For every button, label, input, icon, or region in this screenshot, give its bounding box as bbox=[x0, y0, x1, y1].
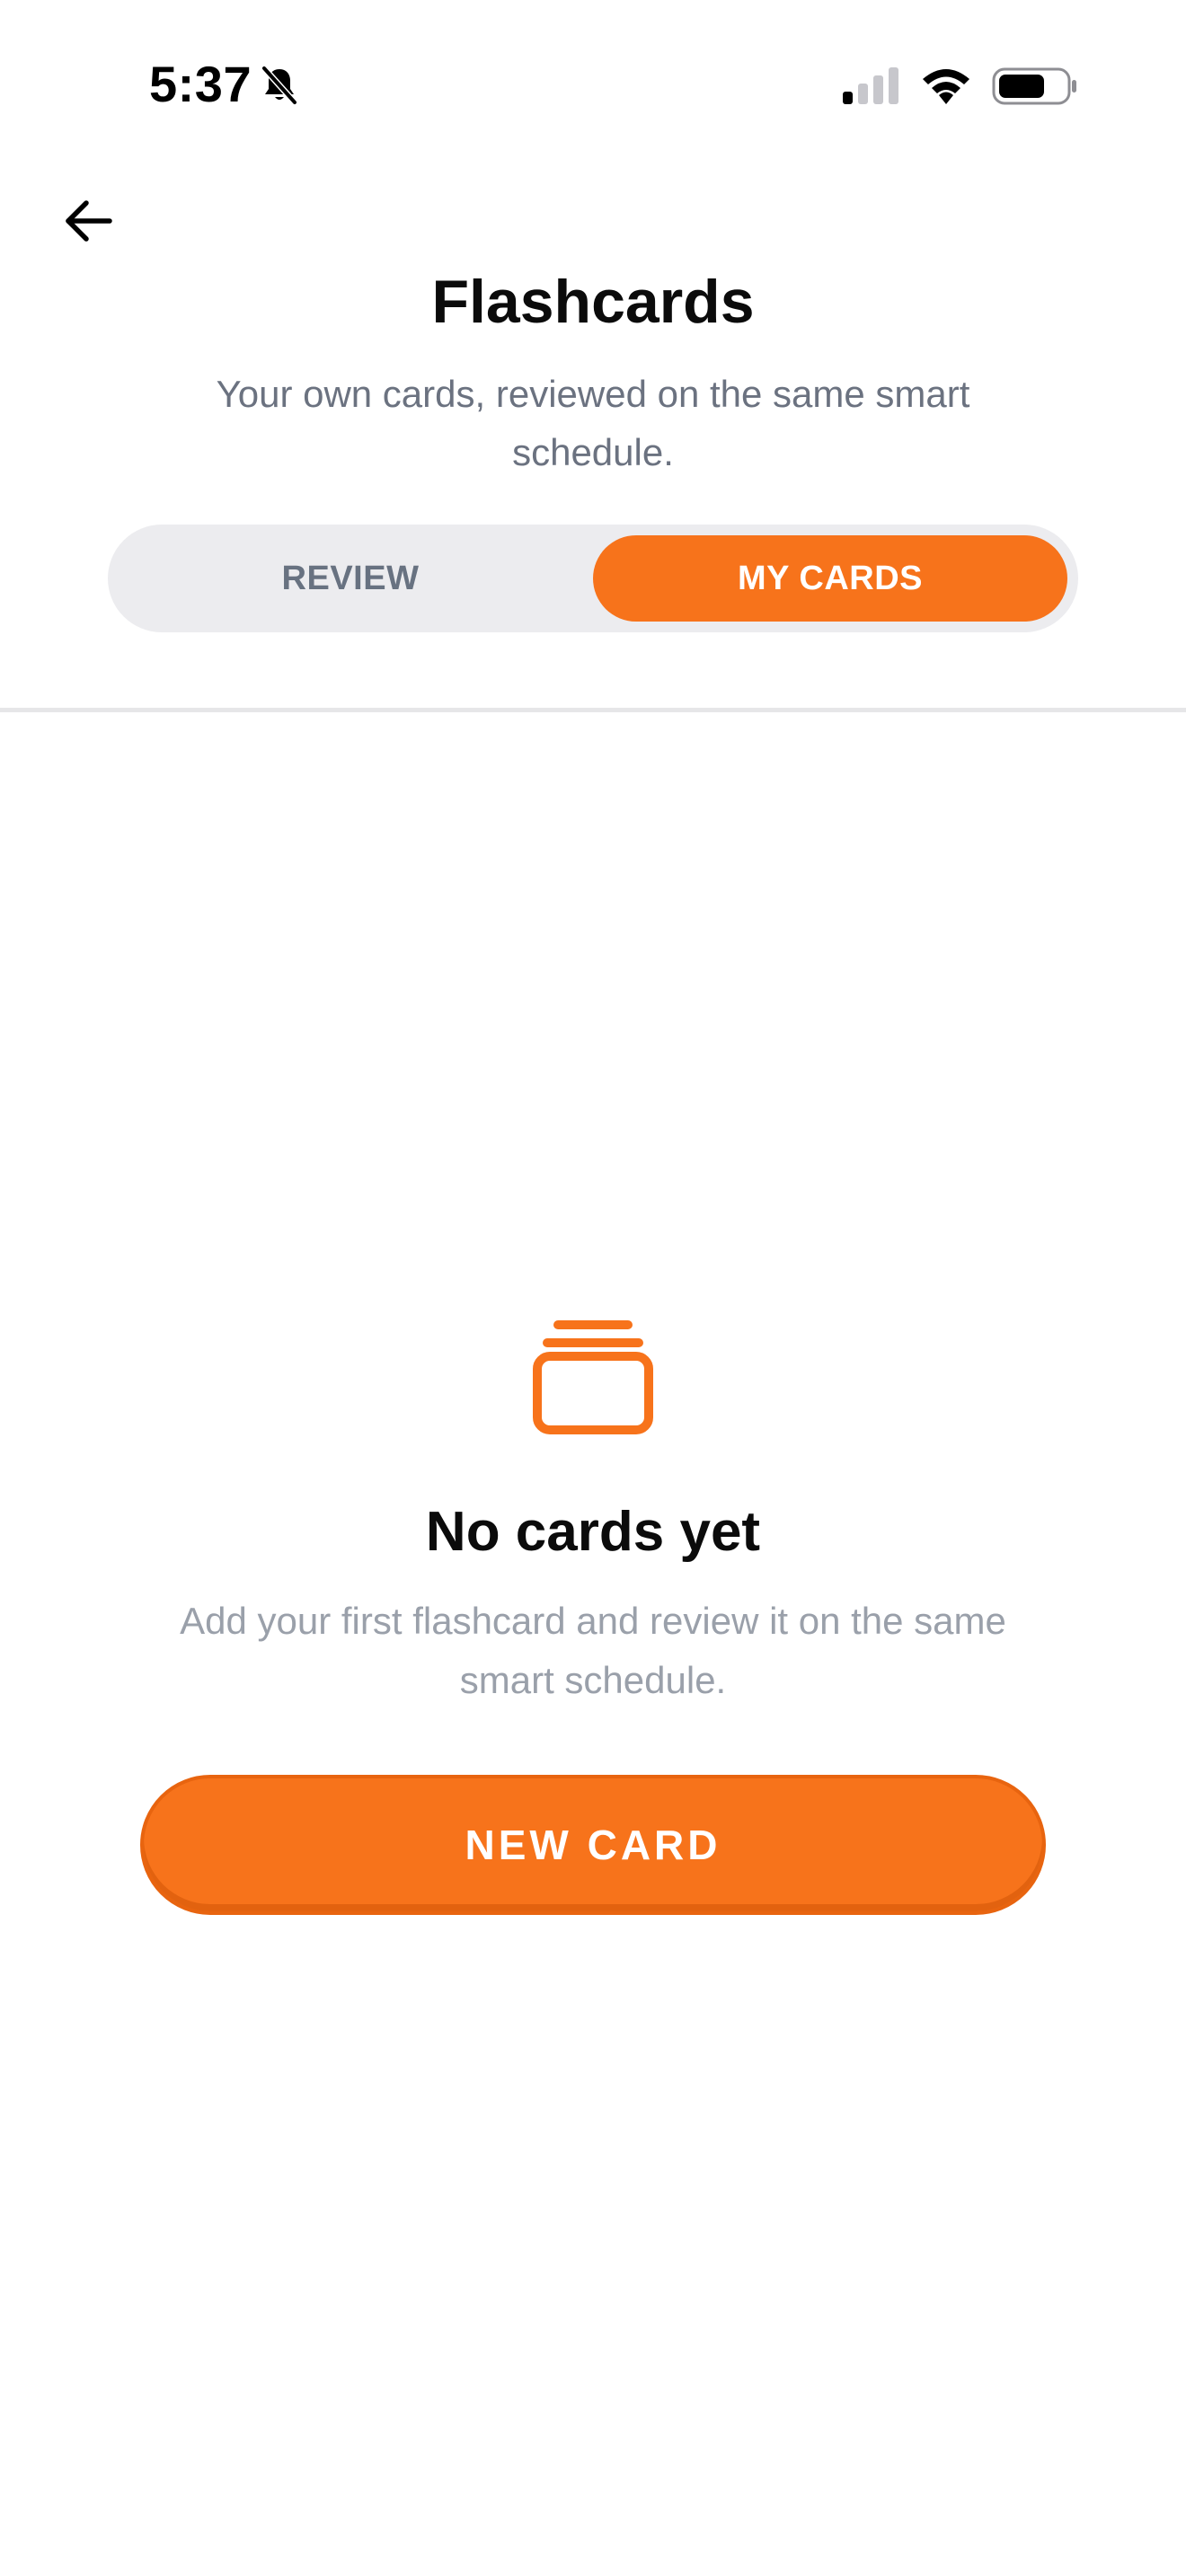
bell-slash-icon bbox=[261, 66, 297, 105]
wifi-icon bbox=[923, 69, 969, 104]
empty-state-text: Add your first flashcard and review it o… bbox=[180, 1600, 1006, 1701]
cellular-signal-icon bbox=[843, 67, 898, 104]
status-bar: 5:37 bbox=[0, 0, 1186, 171]
header-divider bbox=[0, 708, 1186, 712]
segmented-control: REVIEW MY CARDS bbox=[108, 525, 1078, 632]
flashcards-screen: 5:37 Flashcards Your own cards, reviewed… bbox=[0, 0, 1186, 2576]
back-button[interactable] bbox=[56, 192, 120, 250]
status-time: 5:37 bbox=[149, 56, 252, 112]
tab-review[interactable]: REVIEW bbox=[108, 525, 593, 632]
empty-state-title: No cards yet bbox=[425, 1501, 761, 1563]
arrow-left-icon bbox=[66, 200, 112, 242]
battery-icon bbox=[992, 67, 1076, 105]
new-card-button[interactable]: NEW CARD bbox=[140, 1775, 1046, 1915]
page-title: Flashcards bbox=[431, 268, 755, 336]
card-stack-icon bbox=[533, 1320, 653, 1434]
tab-my-cards[interactable]: MY CARDS bbox=[593, 535, 1067, 622]
page-subtitle: Your own cards, reviewed on the same sma… bbox=[216, 373, 970, 473]
